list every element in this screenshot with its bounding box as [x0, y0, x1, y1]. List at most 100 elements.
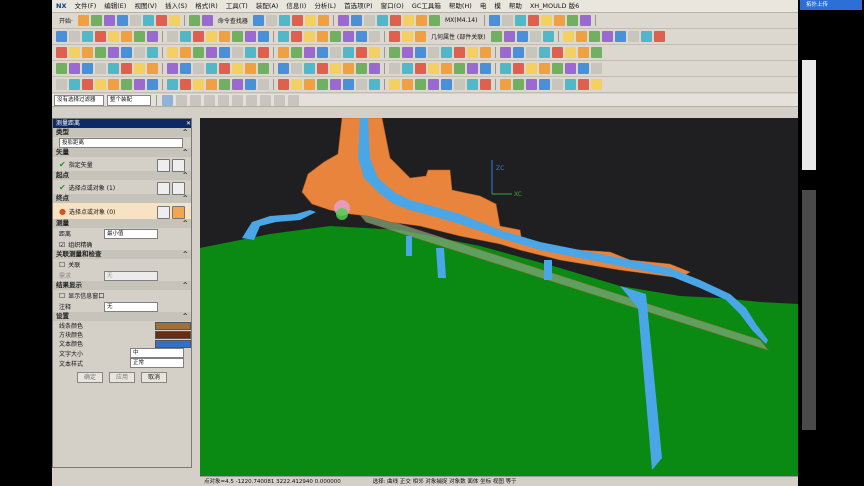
menu-file[interactable]: 文件(F) [70, 0, 100, 12]
rectangle-icon[interactable] [265, 15, 277, 26]
cut-icon[interactable] [278, 63, 289, 74]
graphics-viewport[interactable]: ZC XC [200, 118, 798, 480]
menu-insert[interactable]: 插入(S) [161, 0, 191, 12]
pan-icon[interactable] [578, 63, 589, 74]
pattern-icon[interactable] [193, 47, 204, 58]
paste-icon[interactable] [304, 63, 315, 74]
upload-badge[interactable]: 拓扑上传 [800, 0, 862, 10]
rectangle-icon[interactable] [147, 31, 158, 42]
revolve-icon[interactable] [480, 47, 491, 58]
arc-icon[interactable] [369, 63, 380, 74]
section-icon[interactable] [167, 79, 178, 90]
cut-icon[interactable] [402, 31, 413, 42]
vector-constructor-icon[interactable] [172, 159, 185, 172]
new-icon[interactable] [77, 15, 89, 26]
menu-help-2[interactable]: 帮助 [505, 0, 526, 12]
offset-icon[interactable] [389, 15, 401, 26]
associative-checkbox[interactable]: ☐ [59, 261, 65, 269]
line-icon[interactable] [415, 47, 426, 58]
section-icon[interactable] [515, 15, 527, 26]
zoom-icon[interactable] [193, 63, 204, 74]
line-icon[interactable] [188, 15, 200, 26]
trim-icon[interactable] [167, 47, 178, 58]
cut-icon[interactable] [591, 79, 602, 90]
pan-icon[interactable] [489, 15, 501, 26]
cancel-button[interactable]: 取消 [141, 372, 167, 383]
trim-icon[interactable] [350, 15, 362, 26]
redo-icon[interactable] [330, 63, 341, 74]
pan-icon[interactable] [513, 79, 524, 90]
redo-icon[interactable] [389, 47, 400, 58]
text-style-dropdown[interactable]: 正常 [130, 358, 184, 368]
revolve-icon[interactable] [291, 15, 303, 26]
line-icon[interactable] [356, 63, 367, 74]
shell-icon[interactable] [337, 15, 349, 26]
revolve-icon[interactable] [108, 47, 119, 58]
type-filter-dropdown[interactable]: 没有选择过滤器 [54, 94, 104, 106]
extrude-icon[interactable] [588, 31, 600, 42]
cut-icon[interactable] [567, 15, 579, 26]
snap-quadrant-icon[interactable] [218, 94, 229, 106]
pan-icon[interactable] [206, 63, 217, 74]
blend-icon[interactable] [317, 15, 329, 26]
type-section-header[interactable]: 类型 ^ [53, 128, 191, 137]
save-icon[interactable] [578, 79, 589, 90]
apply-button[interactable]: 应用 [109, 372, 135, 383]
undo-icon[interactable] [258, 79, 269, 90]
rotate-icon[interactable] [526, 79, 537, 90]
hole-icon[interactable] [56, 63, 67, 74]
copy-icon[interactable] [129, 15, 141, 26]
rotate-icon[interactable] [278, 47, 289, 58]
new-icon[interactable] [245, 63, 256, 74]
pattern-icon[interactable] [441, 79, 452, 90]
paste-icon[interactable] [56, 31, 67, 42]
open-icon[interactable] [565, 79, 576, 90]
rotate-icon[interactable] [343, 31, 354, 42]
reverse-vector-icon[interactable] [157, 159, 170, 172]
copy-icon[interactable] [415, 31, 426, 42]
point-type-icon[interactable] [172, 182, 185, 195]
trim-icon[interactable] [480, 63, 491, 74]
mirror-icon[interactable] [121, 63, 132, 74]
arc-icon[interactable] [56, 47, 67, 58]
section-icon[interactable] [232, 63, 243, 74]
requirement-dropdown[interactable]: 无 [104, 270, 158, 281]
arc-icon[interactable] [428, 47, 439, 58]
pattern-icon[interactable] [565, 47, 576, 58]
save-icon[interactable] [389, 31, 400, 42]
hole-icon[interactable] [614, 31, 626, 42]
offset-icon[interactable] [147, 63, 158, 74]
mirror-icon[interactable] [363, 15, 375, 26]
view-icon[interactable] [245, 47, 256, 58]
menu-format[interactable]: 格式(R) [191, 0, 222, 12]
menu-edit[interactable]: 编辑(E) [100, 0, 130, 12]
copy-icon[interactable] [291, 63, 302, 74]
snap-intersection-icon[interactable] [232, 94, 243, 106]
menu-help[interactable]: 帮助(H) [445, 0, 476, 12]
snap-point-icon[interactable] [246, 94, 257, 106]
trim-icon[interactable] [232, 31, 243, 42]
copy-icon[interactable] [580, 15, 592, 26]
trim-icon[interactable] [539, 47, 550, 58]
start-menu-button[interactable]: 开始· [56, 16, 76, 25]
chamfer-icon[interactable] [147, 47, 158, 58]
start-point-label[interactable]: 选择点或对象 (1) [69, 183, 115, 192]
save-icon[interactable] [330, 47, 341, 58]
circle-icon[interactable] [252, 15, 264, 26]
annotation-dropdown[interactable]: 无 [104, 301, 158, 312]
rectangle-icon[interactable] [82, 47, 93, 58]
snap-midpoint-icon[interactable] [190, 94, 201, 106]
paste-icon[interactable] [245, 79, 256, 90]
related-section-header[interactable]: 关联测量和检查 ^ [53, 250, 191, 259]
type-dropdown[interactable]: 投影距离 [59, 137, 183, 148]
trim-icon[interactable] [108, 63, 119, 74]
blend-icon[interactable] [193, 31, 204, 42]
redo-icon[interactable] [516, 31, 528, 42]
copy-icon[interactable] [232, 79, 243, 90]
hole-icon[interactable] [428, 63, 439, 74]
command-finder[interactable]: 命令查找器 [215, 16, 251, 25]
paste-icon[interactable] [369, 47, 380, 58]
geometry-properties-tool[interactable]: 几何属性 (部件关联) [428, 32, 489, 41]
point-dialog-icon[interactable] [157, 206, 170, 219]
force-color-swatch[interactable] [155, 330, 191, 339]
